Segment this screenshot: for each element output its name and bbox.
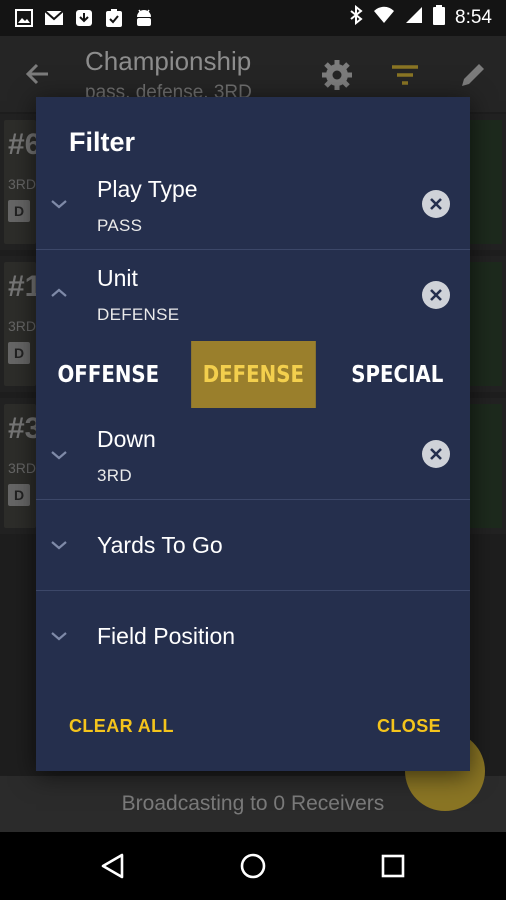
close-button[interactable]: CLOSE	[377, 716, 441, 737]
gmail-icon	[44, 8, 64, 28]
recents-square-icon[interactable]	[377, 850, 409, 882]
filter-row-down[interactable]: Down 3RD	[36, 417, 470, 499]
filter-dialog: Filter Play Type PASS Unit DEFENSE OFFEN…	[36, 97, 470, 771]
image-icon	[14, 8, 34, 28]
clear-filter-button[interactable]	[422, 281, 450, 309]
play-down: 3RD	[8, 318, 37, 334]
android-icon	[134, 8, 154, 28]
back-arrow-icon[interactable]	[22, 58, 54, 90]
filter-row-field-position[interactable]: Field Position	[36, 591, 470, 681]
unit-option-offense[interactable]: OFFENSE	[46, 341, 170, 408]
filter-label: Unit	[97, 265, 138, 291]
filter-label: Yards To Go	[97, 532, 223, 558]
chevron-up-icon	[48, 282, 70, 304]
page-title: Championship	[85, 46, 252, 76]
unit-selector: OFFENSE DEFENSE SPECIAL	[36, 341, 470, 408]
back-triangle-icon[interactable]	[97, 850, 129, 882]
filter-value: DEFENSE	[97, 305, 180, 324]
system-nav-bar	[0, 832, 506, 900]
download-icon	[74, 8, 94, 28]
filter-label: Field Position	[97, 623, 236, 649]
filter-icon[interactable]	[388, 58, 422, 92]
filter-row-unit[interactable]: Unit DEFENSE	[36, 250, 470, 340]
chevron-down-icon	[48, 193, 70, 215]
chevron-down-icon	[48, 625, 70, 647]
battery-icon	[433, 5, 446, 31]
play-down: 3RD	[8, 460, 37, 476]
dialog-title: Filter	[69, 127, 136, 157]
filter-value: PASS	[97, 216, 143, 235]
chevron-down-icon	[48, 444, 70, 466]
signal-icon	[405, 6, 423, 30]
play-down: 3RD	[8, 176, 37, 192]
unit-badge: D	[8, 484, 30, 506]
filter-label: Play Type	[97, 176, 198, 202]
close-icon	[430, 448, 442, 460]
filter-row-yards-to-go[interactable]: Yards To Go	[36, 500, 470, 590]
video-thumbnail	[468, 120, 502, 244]
unit-badge: D	[8, 200, 30, 222]
pencil-icon[interactable]	[456, 58, 490, 92]
unit-option-defense[interactable]: DEFENSE	[190, 341, 316, 408]
close-icon	[430, 289, 442, 301]
clear-filter-button[interactable]	[422, 190, 450, 218]
video-thumbnail	[468, 404, 502, 528]
wifi-icon	[373, 6, 395, 30]
clipboard-check-icon	[104, 8, 124, 28]
dialog-actions: CLEAR ALL CLOSE	[36, 702, 470, 752]
status-time: 8:54	[455, 7, 492, 28]
filter-label: Down	[97, 426, 156, 452]
home-circle-icon[interactable]	[237, 850, 269, 882]
clear-filter-button[interactable]	[422, 440, 450, 468]
gear-icon[interactable]	[320, 58, 354, 92]
video-thumbnail	[468, 262, 502, 386]
bluetooth-icon	[349, 4, 363, 31]
filter-value: 3RD	[97, 466, 132, 485]
chevron-down-icon	[48, 534, 70, 556]
broadcast-status: Broadcasting to 0 Receivers	[121, 792, 385, 815]
clear-all-button[interactable]: CLEAR ALL	[69, 716, 174, 737]
unit-badge: D	[8, 342, 30, 364]
status-bar: 8:54	[0, 0, 506, 36]
unit-option-special[interactable]: SPECIAL	[335, 341, 459, 408]
close-icon	[430, 198, 442, 210]
filter-row-play-type[interactable]: Play Type PASS	[36, 167, 470, 249]
